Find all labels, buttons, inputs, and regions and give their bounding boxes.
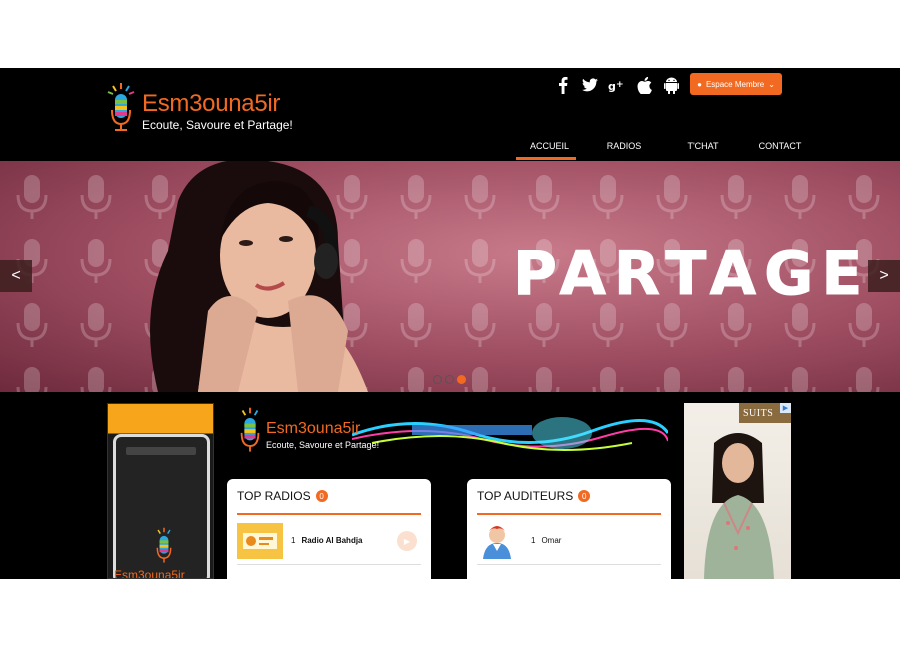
top-listeners-panel: TOP AUDITEURS 0 1 Omar <box>467 479 671 579</box>
app-ad-left[interactable]: Esm3ouna5ir <box>107 403 214 579</box>
play-icon[interactable]: ▶ <box>397 531 417 551</box>
android-icon[interactable] <box>662 76 680 94</box>
chevron-down-icon: ⌄ <box>768 79 775 89</box>
top-radios-panel: TOP RADIOS 0 1 Radio Al Bahdja ▶ <box>227 479 431 579</box>
logo-title: Esm3ouna5ir <box>142 90 281 117</box>
divider <box>477 513 661 515</box>
top-listeners-heading: TOP AUDITEURS 0 <box>477 489 591 503</box>
woman-with-headphones-image <box>150 161 368 392</box>
page-shell: Esm3ouna5ir Ecoute, Savoure et Partage! … <box>0 68 900 579</box>
slider-dot-active[interactable] <box>457 375 466 384</box>
top-radios-heading: TOP RADIOS 0 <box>237 489 328 503</box>
fashion-ad-right[interactable]: SUITS ▶ <box>684 403 791 579</box>
logo-subtitle: Ecoute, Savoure et Partage! <box>142 118 293 132</box>
rank: 1 <box>531 536 536 545</box>
top-banner-ad[interactable]: Esm3ouna5ir Ecoute, Savoure et Partage! <box>232 403 668 463</box>
apple-icon[interactable] <box>635 76 653 94</box>
banner-subtitle: Ecoute, Savoure et Partage! <box>266 440 380 450</box>
slider-dot[interactable] <box>445 375 454 384</box>
divider <box>237 513 421 515</box>
nav-item-radios[interactable]: RADIOS <box>582 134 666 160</box>
top-radios-title: TOP RADIOS <box>237 489 311 503</box>
hero-slider: PARTAGE < > <box>0 161 900 392</box>
app-ad-text: Esm3ouna5ir <box>114 568 185 579</box>
guitar-light-graphic <box>352 417 668 451</box>
phone-mockup <box>113 434 210 578</box>
rank: 1 <box>291 536 296 545</box>
radio-name[interactable]: Radio Al Bahdja <box>301 536 362 545</box>
nav-item-tchat[interactable]: T'CHAT <box>672 134 734 160</box>
count-badge: 0 <box>315 490 328 502</box>
google-plus-icon[interactable]: g + <box>608 76 626 94</box>
nav-item-accueil[interactable]: ACCUEIL <box>516 134 576 160</box>
facebook-icon[interactable] <box>554 76 572 94</box>
svg-text:+: + <box>616 80 624 90</box>
main-nav: ACCUEIL RADIOS T'CHAT CONTACT <box>516 134 820 160</box>
list-item[interactable]: 1 Radio Al Bahdja ▶ <box>237 517 421 565</box>
social-links: g + <box>554 76 680 94</box>
microphone-logo-icon <box>240 407 260 452</box>
radio-thumbnail <box>237 522 283 559</box>
svg-text:g: g <box>608 80 616 92</box>
member-area-button[interactable]: ● Espace Membre ⌄ <box>690 73 782 95</box>
list-item[interactable]: 1 Omar <box>477 517 661 565</box>
twitter-icon[interactable] <box>581 76 599 94</box>
user-icon: ● <box>697 79 702 89</box>
banner-title: Esm3ouna5ir <box>266 420 361 437</box>
member-button-label: Espace Membre <box>705 79 765 89</box>
ad-choices-icon[interactable]: ▶ <box>780 403 791 413</box>
slider-dots <box>433 375 466 384</box>
nav-item-contact[interactable]: CONTACT <box>740 134 820 160</box>
count-badge: 0 <box>578 490 591 502</box>
microphone-logo-icon <box>156 527 172 563</box>
user-avatar <box>483 525 511 559</box>
microphone-logo-icon <box>107 83 135 131</box>
slider-dot[interactable] <box>433 375 442 384</box>
top-listeners-title: TOP AUDITEURS <box>477 489 574 503</box>
site-logo[interactable]: Esm3ouna5ir Ecoute, Savoure et Partage! <box>106 82 306 138</box>
slider-prev-button[interactable]: < <box>0 260 32 292</box>
user-name[interactable]: Omar <box>541 536 561 545</box>
model-image <box>704 433 774 579</box>
slider-next-button[interactable]: > <box>868 260 900 292</box>
slide-headline: PARTAGE <box>512 239 871 310</box>
